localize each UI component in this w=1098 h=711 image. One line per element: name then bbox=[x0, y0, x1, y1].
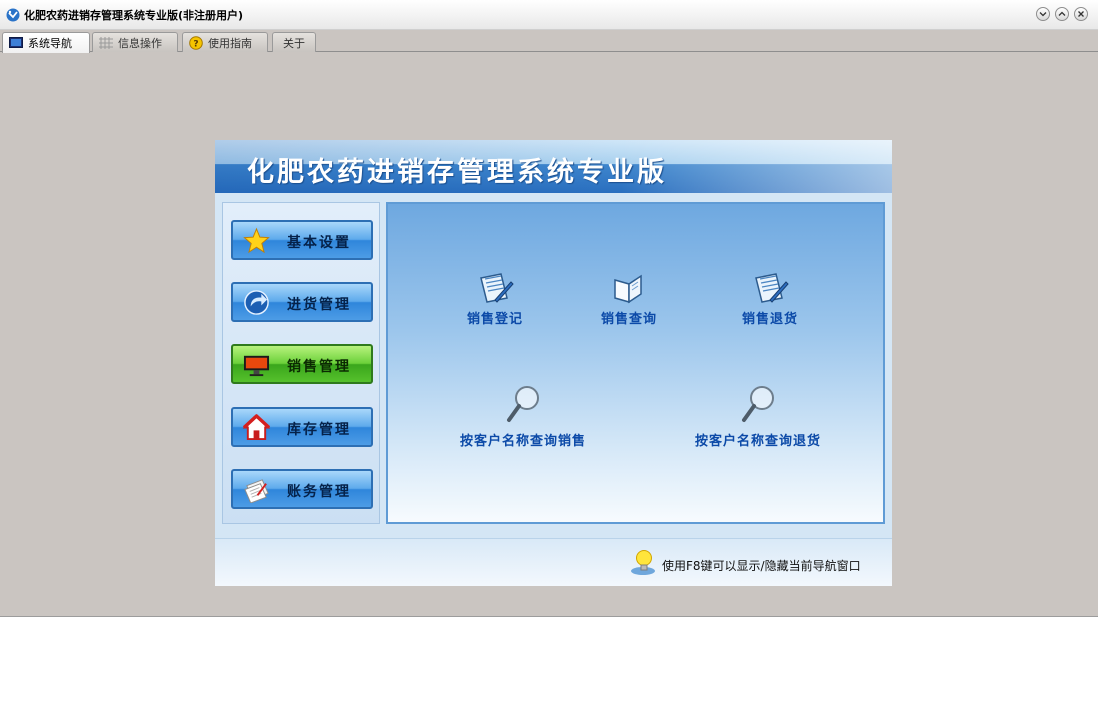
function-label: 销售退货 bbox=[741, 312, 798, 327]
sidebar-item-purchase[interactable]: 进货管理 bbox=[231, 282, 373, 322]
app-logo-icon bbox=[6, 8, 20, 22]
sidebar-item-label: 账务管理 bbox=[287, 484, 351, 500]
function-query-returns-by-customer[interactable]: 按客户名称查询退货 bbox=[678, 384, 838, 449]
magnifier-icon bbox=[742, 386, 774, 422]
tab-system-nav[interactable]: 系统导航 bbox=[2, 32, 90, 53]
sidebar-item-sales[interactable]: 销售管理 bbox=[231, 344, 373, 384]
function-sales-return[interactable]: 销售退货 bbox=[725, 270, 815, 327]
title-bar: 化肥农药进销存管理系统专业版(非注册用户) bbox=[0, 0, 1098, 30]
banner: 化肥农药进销存管理系统专业版 bbox=[215, 140, 892, 193]
function-area: 销售登记 销售查询 销售退货 按客户名称查询销售 按客户名称查询退货 bbox=[386, 202, 885, 524]
module-sidebar: 基本设置 进货管理 销售管理 库存管理 账务管理 bbox=[222, 202, 380, 524]
svg-text:?: ? bbox=[193, 39, 198, 49]
monitor-icon bbox=[243, 355, 270, 377]
function-label: 按客户名称查询退货 bbox=[694, 434, 821, 449]
sidebar-item-label: 基本设置 bbox=[287, 235, 351, 251]
notebook-pen-icon bbox=[480, 273, 514, 303]
sidebar-item-inventory[interactable]: 库存管理 bbox=[231, 407, 373, 447]
lightbulb-icon bbox=[631, 550, 655, 575]
tab-label: 系统导航 bbox=[28, 37, 72, 50]
tab-about[interactable]: 关于 bbox=[272, 32, 316, 52]
arrow-icon bbox=[244, 290, 269, 315]
close-button[interactable] bbox=[1074, 7, 1088, 21]
sidebar-item-label: 库存管理 bbox=[287, 422, 351, 438]
function-query-sales-by-customer[interactable]: 按客户名称查询销售 bbox=[443, 384, 603, 449]
sidebar-item-label: 进货管理 bbox=[287, 297, 351, 313]
function-label: 销售登记 bbox=[466, 312, 523, 327]
tab-info-ops[interactable]: 信息操作 bbox=[92, 32, 178, 52]
function-sales-query[interactable]: 销售查询 bbox=[584, 270, 674, 327]
sidebar-item-accounting[interactable]: 账务管理 bbox=[231, 469, 373, 509]
maximize-button[interactable] bbox=[1055, 7, 1069, 21]
tab-user-guide[interactable]: ? 使用指南 bbox=[182, 32, 268, 52]
function-label: 销售查询 bbox=[600, 312, 657, 327]
window-title: 化肥农药进销存管理系统专业版(非注册用户) bbox=[24, 9, 244, 22]
notes-icon bbox=[244, 479, 269, 503]
notebook-pen-icon bbox=[755, 273, 789, 303]
tab-label: 信息操作 bbox=[118, 36, 162, 50]
close-icon bbox=[1078, 11, 1084, 17]
sidebar-item-basic-settings[interactable]: 基本设置 bbox=[231, 220, 373, 260]
chevron-up-icon bbox=[1058, 11, 1066, 16]
book-icon bbox=[614, 274, 642, 304]
help-icon: ? bbox=[189, 35, 203, 50]
app-window: 化肥农药进销存管理系统专业版(非注册用户) 系统导航 信息操作 ? 使用指南 关… bbox=[0, 0, 1098, 617]
tab-label: 使用指南 bbox=[208, 36, 252, 50]
banner-title: 化肥农药进销存管理系统专业版 bbox=[247, 157, 667, 188]
hint-text: 使用F8键可以显示/隐藏当前导航窗口 bbox=[662, 559, 861, 573]
house-icon bbox=[243, 414, 270, 441]
tab-bar: 系统导航 信息操作 ? 使用指南 关于 bbox=[0, 30, 1098, 53]
chevron-down-icon bbox=[1039, 12, 1047, 17]
function-label: 按客户名称查询销售 bbox=[459, 434, 586, 449]
minimize-button[interactable] bbox=[1036, 7, 1050, 21]
magnifier-icon bbox=[507, 386, 539, 422]
star-icon bbox=[243, 227, 270, 254]
navigation-panel: 化肥农药进销存管理系统专业版 基本设置 进货管理 销售管理 库存管理 账务管理 … bbox=[215, 140, 892, 586]
hint-bar: 使用F8键可以显示/隐藏当前导航窗口 bbox=[215, 538, 892, 586]
monitor-icon bbox=[9, 37, 23, 48]
grid-icon bbox=[99, 36, 113, 49]
tab-label: 关于 bbox=[283, 36, 305, 50]
function-sales-register[interactable]: 销售登记 bbox=[450, 270, 540, 327]
sidebar-item-label: 销售管理 bbox=[287, 359, 351, 375]
